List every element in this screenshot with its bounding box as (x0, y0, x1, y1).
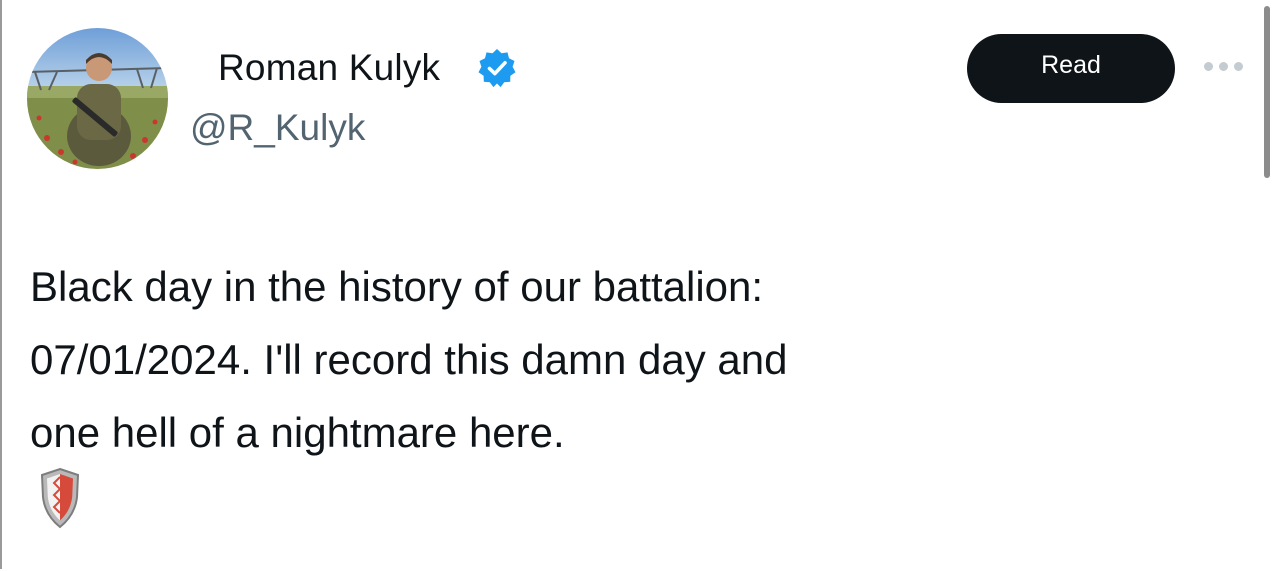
author-name-row: Roman Kulyk (218, 44, 517, 92)
verified-badge-icon (477, 48, 517, 88)
more-horizontal-icon[interactable] (1204, 62, 1243, 71)
more-dot (1204, 62, 1213, 71)
avatar[interactable] (27, 28, 168, 169)
author-display-name[interactable]: Roman Kulyk (218, 47, 440, 89)
more-dot (1234, 62, 1243, 71)
tweet-text-line: one hell of a nightmare here. (30, 409, 565, 456)
tweet-text-line: 07/01/2024. I'll record this damn day an… (30, 336, 788, 383)
scrollbar-thumb[interactable] (1264, 6, 1270, 178)
author-handle[interactable]: @R_Kulyk (190, 107, 365, 149)
tweet-text-line: Black day in the history of our battalio… (30, 263, 764, 310)
more-dot (1219, 62, 1228, 71)
tweet-text: Black day in the history of our battalio… (30, 250, 930, 469)
shield-icon (39, 467, 81, 529)
avatar-photo (27, 28, 168, 169)
read-button[interactable]: Read (967, 34, 1175, 103)
